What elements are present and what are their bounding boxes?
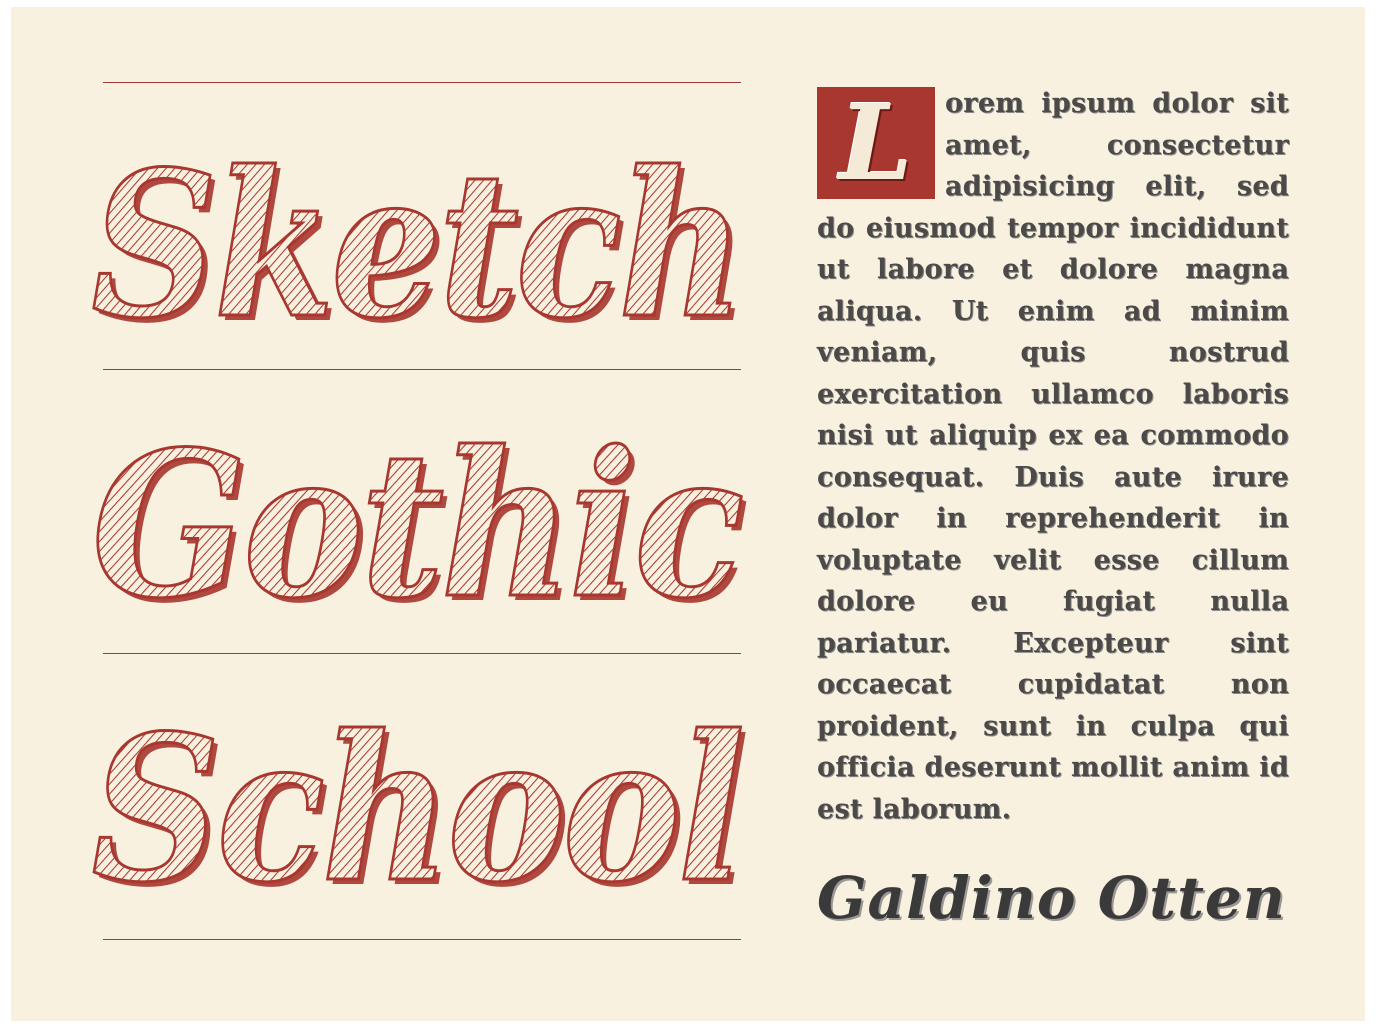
title-word-text: Gothic [92, 409, 742, 644]
body-text-block: L orem ipsum dolor sit amet, consectetur… [817, 83, 1289, 843]
title-word-text: Sketch [91, 128, 741, 363]
rule-top [103, 82, 741, 83]
drop-cap-box: L [817, 87, 935, 199]
title-word-text: School [92, 691, 742, 927]
title-word-sketch: Sketch Sketch [90, 127, 750, 368]
title-word-gothic: Gothic Gothic [90, 407, 750, 648]
drop-cap-letter: L [839, 81, 913, 204]
type-specimen-poster: Sketch Sketch Gothic Gothic School Schoo… [11, 7, 1365, 1021]
title-word-school: School School [90, 690, 750, 932]
author-name: Galdino Otten [817, 864, 1286, 932]
